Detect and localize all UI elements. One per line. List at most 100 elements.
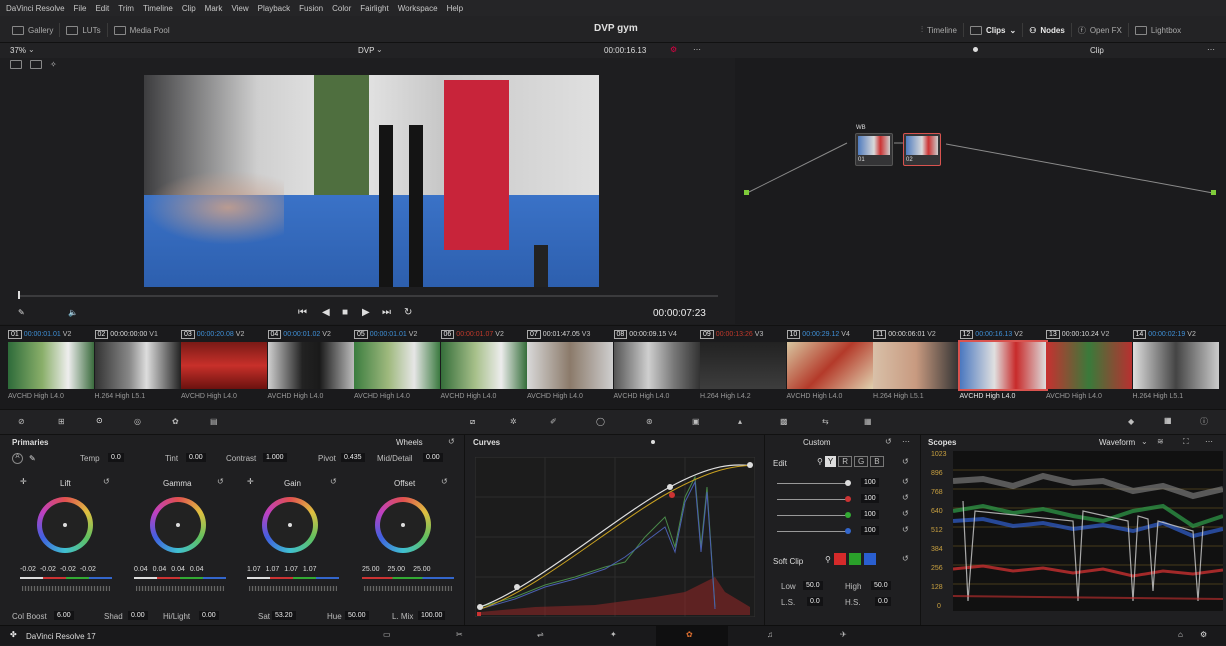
viewer-clip-name[interactable]: DVP [358, 46, 374, 55]
menu-file[interactable]: File [74, 4, 87, 13]
go-to-start-icon[interactable]: ⏮ [298, 307, 307, 318]
clip-thumbnail[interactable]: 09 00:00:13:26 V3 H.264 High L4.2 [700, 328, 786, 406]
play-icon[interactable]: ▶ [362, 307, 370, 318]
low-field[interactable]: 50.0 [803, 581, 823, 590]
gamma-master-slider[interactable] [136, 586, 224, 591]
node-editor[interactable]: WB 01 02 [735, 58, 1226, 324]
home-icon[interactable]: ⌂ [1178, 630, 1183, 639]
lmix-field[interactable]: 100.00 [418, 611, 446, 620]
more-options-icon[interactable]: ⋯ [693, 45, 701, 54]
link-icon[interactable]: ⚲ [817, 457, 823, 466]
lightbox-button[interactable]: Lightbox [1129, 23, 1187, 37]
temp-field[interactable]: 0.0 [108, 453, 124, 462]
channel-r-toggle[interactable]: R [838, 456, 852, 467]
menu-fairlight[interactable]: Fairlight [360, 4, 388, 13]
color-picker-icon[interactable]: ⚙ [670, 45, 677, 54]
video-frame[interactable] [144, 75, 599, 287]
y-intensity-field[interactable]: 100 [861, 478, 879, 487]
softclip-g-toggle[interactable] [848, 553, 861, 565]
reset-icon[interactable]: ↺ [902, 509, 909, 518]
camera-raw-icon[interactable]: ⊘ [18, 417, 25, 426]
scope-mode[interactable]: Waveform [1099, 438, 1135, 447]
chevron-down-icon[interactable]: ⌄ [376, 45, 383, 54]
more-options-icon[interactable]: ⋯ [1207, 45, 1215, 54]
clip-thumbnail[interactable]: 07 00:01:47.05 V3 AVCHD High L4.0 [527, 328, 613, 406]
channel-y-toggle[interactable]: Y [824, 456, 837, 467]
audio-icon[interactable]: 🔈 [68, 308, 78, 317]
high-field[interactable]: 50.0 [871, 581, 891, 590]
reset-icon[interactable]: ↺ [902, 457, 909, 466]
clip-thumbnail[interactable]: 08 00:00:09.15 V4 AVCHD High L4.0 [613, 328, 700, 406]
cut-page-icon[interactable]: ✂ [456, 630, 463, 639]
menu-workspace[interactable]: Workspace [398, 4, 438, 13]
pivot-field[interactable]: 0.435 [341, 453, 365, 462]
gamma-g[interactable]: 0.04 [171, 566, 185, 573]
lift-b[interactable]: -0.02 [80, 566, 96, 573]
media-page-icon[interactable]: ▭ [383, 630, 391, 639]
g-intensity-field[interactable]: 100 [861, 510, 879, 519]
node-mode[interactable]: Clip [1090, 46, 1104, 55]
layout-icon[interactable] [10, 60, 22, 69]
node-02[interactable]: 02 [903, 133, 941, 166]
luts-button[interactable]: LUTs [60, 23, 108, 37]
go-to-end-icon[interactable]: ⏭ [382, 307, 391, 318]
viewer-scrubber[interactable] [18, 291, 718, 299]
highlight-icon[interactable]: ✧ [50, 60, 57, 69]
gain-b[interactable]: 1.07 [303, 566, 317, 573]
playhead[interactable] [18, 291, 20, 299]
rgb-mixer-icon[interactable]: ◎ [134, 417, 141, 426]
fusion-page-icon[interactable]: ✦ [610, 630, 617, 639]
play-reverse-icon[interactable]: ◀ [322, 307, 330, 318]
hue-field[interactable]: 50.00 [345, 611, 369, 620]
g-intensity-knob[interactable] [845, 512, 851, 518]
middetail-field[interactable]: 0.00 [423, 453, 443, 462]
gain-wheel[interactable] [262, 497, 318, 553]
link-icon[interactable]: ⚲ [825, 555, 831, 564]
shad-field[interactable]: 0.00 [128, 611, 148, 620]
r-intensity-knob[interactable] [845, 496, 851, 502]
reset-icon[interactable]: ↺ [902, 525, 909, 534]
g-intensity-slider[interactable] [777, 515, 847, 516]
reset-icon[interactable]: ↺ [330, 477, 337, 486]
menu-trim[interactable]: Trim [118, 4, 134, 13]
contrast-field[interactable]: 1.000 [263, 453, 287, 462]
curves-icon[interactable]: ⧄ [470, 417, 475, 427]
tint-field[interactable]: 0.00 [186, 453, 206, 462]
lift-master-slider[interactable] [22, 586, 110, 591]
y-intensity-slider[interactable] [777, 483, 847, 484]
reset-icon[interactable]: ↺ [885, 437, 892, 446]
edit-page-icon[interactable]: ⇌ [537, 630, 544, 639]
b-intensity-knob[interactable] [845, 528, 851, 534]
offset-b[interactable]: 25.00 [413, 566, 431, 573]
softclip-b-toggle[interactable] [863, 553, 876, 565]
clip-thumbnail[interactable]: 13 00:00:10.24 V2 AVCHD High L4.0 [1046, 328, 1132, 406]
clip-thumbnail[interactable]: 05 00:00:01.01 V2 AVCHD High L4.0 [354, 328, 440, 406]
hs-field[interactable]: 0.0 [875, 597, 891, 606]
hdr-icon[interactable]: ▤ [210, 417, 218, 426]
b-intensity-field[interactable]: 100 [861, 526, 879, 535]
gain-master-slider[interactable] [249, 586, 337, 591]
clip-thumbnail[interactable]: 14 00:00:02:19 V2 H.264 High L5.1 [1132, 328, 1219, 406]
menu-color[interactable]: Color [332, 4, 351, 13]
reset-icon[interactable]: ↺ [902, 493, 909, 502]
softclip-r-toggle[interactable] [833, 553, 846, 565]
clip-thumbnail[interactable]: 04 00:00:01.02 V2 AVCHD High L4.0 [267, 328, 354, 406]
settings-gear-icon[interactable]: ⚙ [1200, 630, 1207, 639]
offset-r[interactable]: 25.00 [362, 566, 380, 573]
hilight-field[interactable]: 0.00 [199, 611, 219, 620]
qualifier-icon[interactable]: ✐ [550, 417, 557, 426]
timeline-button[interactable]: ⫶ Timeline [915, 23, 964, 37]
curve-graph[interactable] [475, 457, 755, 617]
menu-clip[interactable]: Clip [182, 4, 196, 13]
stop-icon[interactable]: ■ [342, 307, 348, 318]
3d-icon[interactable]: ▦ [864, 417, 872, 426]
reset-icon[interactable]: ↺ [441, 477, 448, 486]
node-01[interactable]: 01 [855, 133, 893, 166]
colboost-field[interactable]: 6.00 [54, 611, 74, 620]
more-options-icon[interactable]: ⋯ [902, 437, 910, 446]
lift-wheel[interactable] [37, 497, 93, 553]
menu-help[interactable]: Help [447, 4, 463, 13]
color-warper-icon[interactable]: ✲ [510, 417, 517, 426]
scope-settings-icon[interactable]: ≋ [1157, 437, 1164, 446]
menu-edit[interactable]: Edit [95, 4, 109, 13]
